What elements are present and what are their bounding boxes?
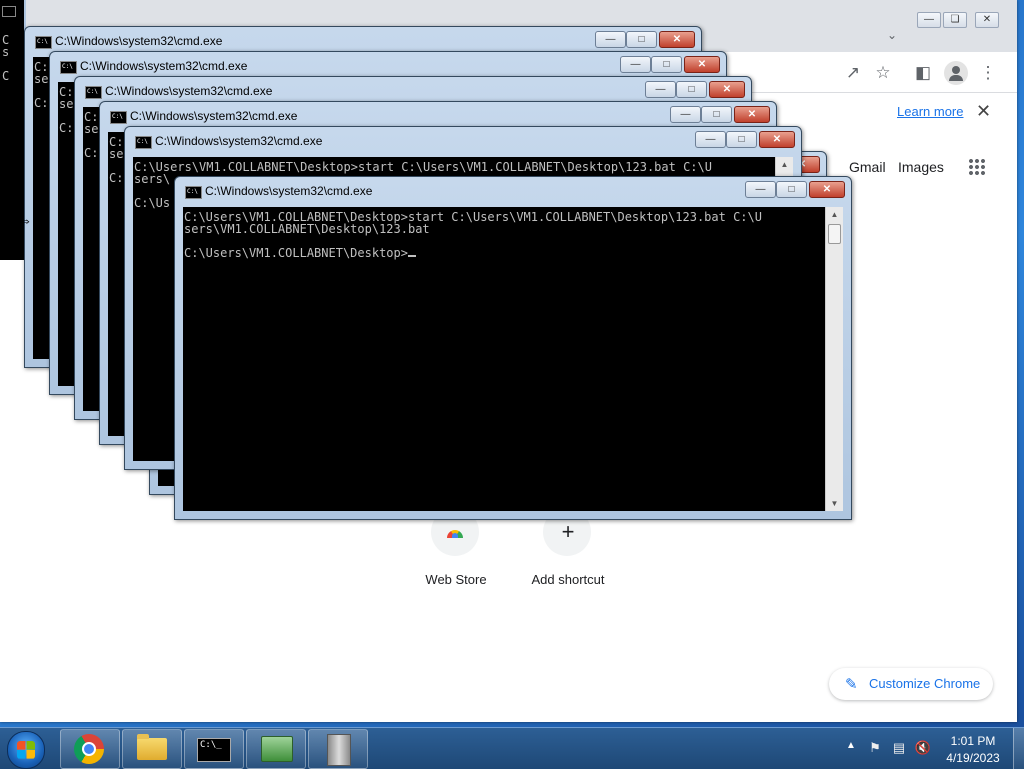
taskbar-server[interactable] bbox=[308, 729, 368, 769]
folder-icon bbox=[137, 734, 167, 760]
profile-avatar-icon[interactable] bbox=[944, 61, 968, 85]
titlebar[interactable]: C:\ C:\Windows\system32\cmd.exe — □ ✕ bbox=[50, 52, 726, 78]
minimize-button[interactable]: — bbox=[620, 56, 651, 73]
chrome-menu-icon[interactable]: ⋮ bbox=[977, 62, 999, 84]
cmd-icon: C:\_ bbox=[197, 738, 231, 762]
maximize-button[interactable]: □ bbox=[701, 106, 732, 123]
console-prompt: C:\Users\VM1.COLLABNET\Desktop> bbox=[184, 246, 408, 260]
maximize-button[interactable]: □ bbox=[626, 31, 657, 48]
window-title: C:\Windows\system32\cmd.exe bbox=[205, 184, 373, 198]
learn-more-link[interactable]: Learn more bbox=[897, 104, 963, 119]
minimize-button[interactable]: — bbox=[695, 131, 726, 148]
pencil-icon: ✎ bbox=[845, 676, 858, 693]
chrome-icon bbox=[74, 734, 104, 764]
volume-muted-icon[interactable]: 🔇 bbox=[914, 739, 932, 757]
maximize-button[interactable]: □ bbox=[776, 181, 807, 198]
window-title: C:\Windows\system32\cmd.exe bbox=[130, 109, 298, 123]
network-icon bbox=[261, 736, 293, 762]
titlebar[interactable]: C:\ C:\Windows\system32\cmd.exe — □ ✕ bbox=[75, 77, 751, 103]
resize-cursor-icon: ⇔ bbox=[15, 210, 33, 230]
taskbar-cmd[interactable]: C:\_ bbox=[184, 729, 244, 769]
taskbar-chrome[interactable] bbox=[60, 729, 120, 769]
minimize-button[interactable]: — bbox=[595, 31, 626, 48]
scroll-up-icon[interactable]: ▲ bbox=[776, 157, 793, 172]
tray-expand-icon[interactable]: ▲ bbox=[846, 740, 856, 751]
taskbar: C:\_ ▲ ⚑ ▤ 🔇 1:01 PM 4/19/2023 bbox=[0, 727, 1024, 769]
console-line: sers\VM1.COLLABNET\Desktop\123.bat bbox=[184, 222, 430, 236]
titlebar[interactable]: C:\ C:\Windows\system32\cmd.exe — □ ✕ bbox=[175, 177, 851, 203]
chrome-minimize-button[interactable]: — bbox=[917, 12, 941, 28]
minimize-button[interactable]: — bbox=[670, 106, 701, 123]
window-title: C:\Windows\system32\cmd.exe bbox=[55, 34, 223, 48]
minimize-button[interactable]: — bbox=[745, 181, 776, 198]
titlebar[interactable]: C:\ C:\Windows\system32\cmd.exe — □ ✕ bbox=[100, 102, 776, 128]
maximize-button[interactable]: □ bbox=[726, 131, 757, 148]
chrome-restore-button[interactable]: ❏ bbox=[943, 12, 967, 28]
cmd-icon: C:\ bbox=[35, 36, 52, 49]
taskbar-network[interactable] bbox=[246, 729, 306, 769]
show-desktop-button[interactable] bbox=[1013, 728, 1024, 769]
console-text: C: se C: bbox=[59, 85, 74, 135]
network-status-icon[interactable]: ▤ bbox=[890, 739, 908, 757]
shortcut-label-add[interactable]: Add shortcut bbox=[518, 572, 618, 587]
scroll-down-icon[interactable]: ▼ bbox=[826, 496, 843, 511]
images-link[interactable]: Images bbox=[898, 159, 944, 175]
tab-search-icon[interactable]: ⌄ bbox=[887, 28, 897, 42]
start-button[interactable] bbox=[7, 731, 45, 769]
infobar-close-icon[interactable]: ✕ bbox=[976, 101, 991, 122]
close-button[interactable]: ✕ bbox=[809, 181, 845, 198]
gmail-link[interactable]: Gmail bbox=[849, 159, 886, 175]
window-title: C:\Windows\system32\cmd.exe bbox=[155, 134, 323, 148]
scrollbar[interactable]: ▲ ▼ bbox=[825, 207, 843, 511]
titlebar[interactable]: C:\ C:\Windows\system32\cmd.exe — □ ✕ bbox=[25, 27, 701, 53]
plus-icon: + bbox=[561, 519, 575, 544]
scroll-up-icon[interactable]: ▲ bbox=[826, 207, 843, 222]
scroll-thumb[interactable] bbox=[828, 224, 841, 244]
close-button[interactable]: ✕ bbox=[659, 31, 695, 48]
close-button[interactable]: ✕ bbox=[684, 56, 720, 73]
cmd-window-active[interactable]: C:\ C:\Windows\system32\cmd.exe — □ ✕ C:… bbox=[174, 176, 852, 520]
close-button[interactable]: ✕ bbox=[709, 81, 745, 98]
clock-date[interactable]: 4/19/2023 bbox=[940, 751, 1006, 765]
taskbar-explorer[interactable] bbox=[122, 729, 182, 769]
console[interactable]: C:\Users\VM1.COLLABNET\Desktop>start C:\… bbox=[183, 207, 843, 511]
cmd-icon: C:\ bbox=[60, 61, 77, 74]
text-cursor bbox=[407, 255, 416, 257]
minimize-button[interactable]: — bbox=[645, 81, 676, 98]
google-apps-icon[interactable] bbox=[968, 158, 986, 176]
cmd-icon: C:\ bbox=[135, 136, 152, 149]
action-center-icon[interactable]: ⚑ bbox=[866, 739, 884, 757]
shortcut-label-web-store[interactable]: Web Store bbox=[406, 572, 506, 587]
console-output: C:\Users\VM1.COLLABNET\Desktop>start C:\… bbox=[184, 211, 762, 259]
close-button[interactable]: ✕ bbox=[734, 106, 770, 123]
clock-time[interactable]: 1:01 PM bbox=[940, 734, 1006, 748]
cmd-icon: C:\ bbox=[110, 111, 127, 124]
share-icon[interactable]: ↗ bbox=[842, 62, 864, 84]
console-text: C: se C: bbox=[34, 60, 49, 110]
side-panel-icon[interactable]: ◧ bbox=[912, 62, 934, 84]
cmd-icon: C:\ bbox=[185, 186, 202, 199]
console-text: C: se C: bbox=[109, 135, 124, 185]
window-title: C:\Windows\system32\cmd.exe bbox=[105, 84, 273, 98]
titlebar[interactable]: C:\ C:\Windows\system32\cmd.exe — □ ✕ bbox=[125, 127, 801, 153]
windows-logo-icon bbox=[17, 741, 35, 759]
cmd-icon bbox=[2, 6, 16, 17]
customize-chrome-button[interactable]: ✎ Customize Chrome bbox=[829, 668, 993, 700]
close-button[interactable]: ✕ bbox=[759, 131, 795, 148]
bookmark-star-icon[interactable]: ☆ bbox=[872, 62, 894, 84]
customize-chrome-label: Customize Chrome bbox=[869, 676, 981, 691]
maximize-button[interactable]: □ bbox=[651, 56, 682, 73]
window-title: C:\Windows\system32\cmd.exe bbox=[80, 59, 248, 73]
chrome-close-button[interactable]: ✕ bbox=[975, 12, 999, 28]
maximize-button[interactable]: □ bbox=[676, 81, 707, 98]
cmd-icon: C:\ bbox=[85, 86, 102, 99]
server-icon bbox=[327, 734, 351, 766]
console-text: C: se C: bbox=[84, 110, 99, 160]
console-text: C s C bbox=[2, 33, 10, 83]
